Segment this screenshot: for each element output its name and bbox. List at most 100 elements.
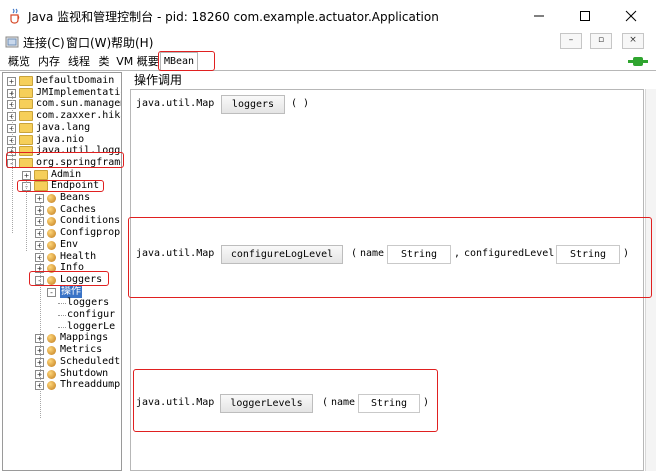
tree-label: Scheduledt: [60, 355, 121, 367]
parameter-separator: ,: [454, 248, 461, 259]
minimize-icon: [534, 15, 544, 17]
collapse-icon[interactable]: -: [47, 287, 56, 297]
mbean-tree[interactable]: + DefaultDomain + JMImplementatio + com.sun.m…: [2, 72, 122, 471]
tree-label: java.lang: [36, 121, 91, 133]
tree-node[interactable]: + Beans: [3, 192, 121, 204]
tree-label: com.zaxxer.hika: [36, 110, 122, 122]
tab-threads[interactable]: 线程: [66, 54, 92, 71]
tree-node[interactable]: + Metrics: [3, 344, 121, 356]
menu-connection[interactable]: 连接(C): [23, 34, 65, 51]
tree-node[interactable]: + java.util.loggi: [3, 145, 121, 157]
tree-label: Shutdown: [60, 367, 109, 379]
close-button[interactable]: [608, 0, 654, 32]
tab-bar: 概览 内存 线程 类 VM 概要 MBean: [0, 52, 656, 71]
tree-label: java.util.loggi: [36, 145, 122, 157]
tree-node[interactable]: + Info: [3, 262, 121, 274]
tree-node[interactable]: + Caches: [3, 204, 121, 216]
tree-node[interactable]: + Configprop: [3, 227, 121, 239]
expand-icon[interactable]: +: [35, 194, 44, 203]
tree-node[interactable]: + Threaddump: [3, 379, 121, 391]
tree-node[interactable]: + com.zaxxer.hika: [3, 110, 121, 122]
operations-header: 操作调用: [134, 73, 183, 87]
tree-guide-line: [25, 181, 27, 251]
tree-node[interactable]: + java.nio: [3, 134, 121, 146]
tab-mbean[interactable]: MBean: [160, 52, 198, 71]
tree-label: Metrics: [60, 344, 103, 356]
menu-help[interactable]: 帮助(H): [111, 34, 153, 51]
tree-node[interactable]: + DefaultDomain: [3, 75, 121, 87]
inner-close-button[interactable]: ×: [622, 33, 644, 49]
bean-icon: [47, 346, 56, 356]
tree-label: Conditions: [60, 215, 121, 227]
bean-icon: [47, 369, 56, 379]
tree-node[interactable]: + Scheduledt: [3, 356, 121, 368]
tree-label: com.sun.managem: [36, 98, 122, 110]
parameter-name: name: [331, 397, 356, 408]
return-type-label: java.util.Map: [136, 397, 215, 408]
tree-label: Beans: [60, 192, 91, 203]
tree-node[interactable]: + Admin: [3, 169, 121, 181]
tree-label: Admin: [51, 168, 82, 180]
tree-node[interactable]: + Conditions: [3, 215, 121, 227]
open-paren: (: [351, 248, 358, 259]
folder-icon: [19, 146, 33, 157]
parameter-input[interactable]: [556, 245, 620, 264]
tree-label: 操作: [60, 285, 82, 298]
maximize-button[interactable]: [562, 0, 608, 32]
folder-icon: [34, 169, 48, 180]
tree-label: Threaddump: [60, 379, 121, 391]
invoke-loggerLevels-button[interactable]: loggerLevels: [220, 394, 313, 413]
tab-vm-summary[interactable]: VM 概要: [115, 54, 160, 71]
tree-leaf[interactable]: loggers: [3, 297, 121, 309]
tab-overview[interactable]: 概览: [6, 54, 32, 71]
inner-restore-button[interactable]: ▫: [590, 33, 612, 49]
return-type-label: java.util.Map: [136, 248, 215, 259]
expand-icon[interactable]: +: [22, 170, 31, 180]
tree-label: loggers: [67, 297, 110, 309]
expand-icon[interactable]: +: [7, 77, 16, 86]
close-paren: ): [623, 248, 630, 259]
menu-window[interactable]: 窗口(W): [66, 34, 111, 51]
tree-node[interactable]: + Mappings: [3, 332, 121, 344]
tree-node[interactable]: + JMImplementatio: [3, 87, 121, 99]
close-icon: [625, 10, 637, 22]
tree-leaf[interactable]: loggerLe: [3, 321, 121, 333]
folder-icon: [19, 76, 33, 86]
tab-classes[interactable]: 类: [96, 54, 112, 71]
tree-node[interactable]: + Health: [3, 251, 121, 263]
collapse-icon[interactable]: -: [22, 182, 31, 192]
parameter-input[interactable]: [358, 394, 420, 413]
inner-minimize-button[interactable]: –: [560, 33, 582, 49]
invoke-loggers-button[interactable]: loggers: [221, 95, 285, 114]
parameter-name: configuredLevel: [464, 248, 555, 259]
tree-node[interactable]: + com.sun.managem: [3, 98, 121, 110]
connected-plug-icon: [628, 57, 648, 66]
minimize-button[interactable]: [516, 0, 562, 32]
invoke-configureLogLevel-button[interactable]: configureLogLevel: [221, 245, 343, 264]
title-bar: Java 监视和管理控制台 - pid: 18260 com.example.a…: [0, 0, 656, 32]
tree-node[interactable]: + Env: [3, 239, 121, 251]
folder-icon: [19, 111, 33, 122]
tree-label: Info: [60, 262, 85, 274]
tree-leaf[interactable]: configur: [3, 309, 121, 321]
parameter-input[interactable]: [387, 245, 451, 264]
bean-icon: [47, 275, 56, 285]
bean-icon: [47, 381, 56, 391]
tree-label: Mappings: [60, 332, 109, 344]
tree-node[interactable]: + java.lang: [3, 122, 121, 134]
open-paren: (: [322, 397, 329, 408]
vertical-scrollbar[interactable]: [645, 89, 656, 471]
tree-node[interactable]: - org.springframe: [3, 157, 121, 169]
tree-label: DefaultDomain: [36, 75, 115, 86]
maximize-icon: [580, 11, 590, 21]
tab-memory[interactable]: 内存: [36, 54, 62, 71]
bean-icon: [47, 229, 56, 239]
tree-label: Caches: [60, 203, 97, 215]
folder-icon: [19, 134, 33, 145]
tree-node[interactable]: - 操作: [3, 285, 121, 298]
tree-node[interactable]: + Shutdown: [3, 368, 121, 380]
tree-node[interactable]: - Endpoint: [3, 180, 121, 192]
operations-panel: java.util.Map loggers ( ) java.util.Map conf…: [130, 89, 644, 471]
tree-node[interactable]: - Loggers: [3, 274, 121, 286]
tree-connector: [58, 303, 66, 305]
